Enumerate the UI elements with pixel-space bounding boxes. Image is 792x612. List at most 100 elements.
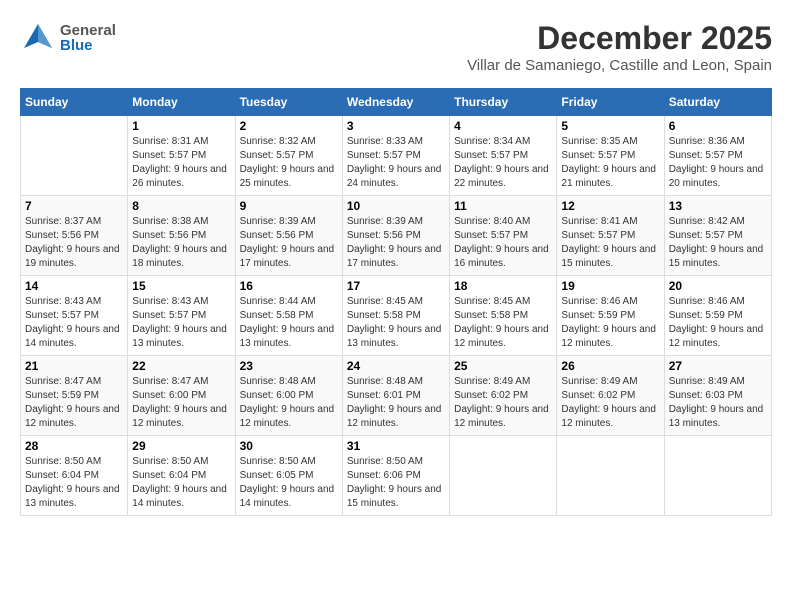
table-row: 29Sunrise: 8:50 AMSunset: 6:04 PMDayligh…: [128, 436, 235, 516]
day-info: Sunrise: 8:49 AMSunset: 6:02 PMDaylight:…: [454, 375, 552, 431]
day-number: 9: [240, 199, 338, 213]
table-row: [557, 436, 664, 516]
day-info: Sunrise: 8:49 AMSunset: 6:03 PMDaylight:…: [669, 375, 767, 431]
day-info: Sunrise: 8:50 AMSunset: 6:05 PMDaylight:…: [240, 455, 338, 511]
day-number: 15: [132, 279, 230, 293]
table-row: 5Sunrise: 8:35 AMSunset: 5:57 PMDaylight…: [557, 116, 664, 196]
header-monday: Monday: [128, 89, 235, 116]
day-info: Sunrise: 8:32 AMSunset: 5:57 PMDaylight:…: [240, 135, 338, 191]
day-number: 6: [669, 119, 767, 133]
table-row: 13Sunrise: 8:42 AMSunset: 5:57 PMDayligh…: [664, 196, 771, 276]
day-number: 26: [561, 359, 659, 373]
day-info: Sunrise: 8:44 AMSunset: 5:58 PMDaylight:…: [240, 295, 338, 351]
day-number: 4: [454, 119, 552, 133]
header-friday: Friday: [557, 89, 664, 116]
day-info: Sunrise: 8:46 AMSunset: 5:59 PMDaylight:…: [669, 295, 767, 351]
location-subtitle: Villar de Samaniego, Castille and Leon, …: [467, 57, 772, 74]
day-number: 8: [132, 199, 230, 213]
table-row: [664, 436, 771, 516]
logo-blue: Blue: [60, 38, 116, 53]
logo-general: General: [60, 23, 116, 38]
day-number: 1: [132, 119, 230, 133]
table-row: 27 Sunrise: 8:49 AMSunset: 6:03 PMDayligh…: [664, 356, 771, 436]
day-number: 21: [25, 359, 123, 373]
day-info: Sunrise: 8:43 AMSunset: 5:57 PMDaylight:…: [25, 295, 123, 351]
header-wednesday: Wednesday: [342, 89, 449, 116]
day-number: 11: [454, 199, 552, 213]
logo-bird-icon: [20, 20, 56, 56]
calendar-table: Sunday Monday Tuesday Wednesday Thursday…: [20, 88, 772, 516]
table-row: 6 Sunrise: 8:36 AMSunset: 5:57 PMDaylight…: [664, 116, 771, 196]
table-row: 10Sunrise: 8:39 AMSunset: 5:56 PMDayligh…: [342, 196, 449, 276]
day-number: 2: [240, 119, 338, 133]
day-number: 28: [25, 439, 123, 453]
table-row: 28Sunrise: 8:50 AMSunset: 6:04 PMDayligh…: [21, 436, 128, 516]
table-row: [21, 116, 128, 196]
day-number: 18: [454, 279, 552, 293]
table-row: 7 Sunrise: 8:37 AMSunset: 5:56 PMDaylight…: [21, 196, 128, 276]
table-row: 15Sunrise: 8:43 AMSunset: 5:57 PMDayligh…: [128, 276, 235, 356]
table-row: 16 Sunrise: 8:44 AMSunset: 5:58 PMDayligh…: [235, 276, 342, 356]
table-row: 23Sunrise: 8:48 AMSunset: 6:00 PMDayligh…: [235, 356, 342, 436]
day-info: Sunrise: 8:45 AMSunset: 5:58 PMDaylight:…: [347, 295, 445, 351]
day-number: 20: [669, 279, 767, 293]
day-info: Sunrise: 8:47 AMSunset: 5:59 PMDaylight:…: [25, 375, 123, 431]
day-info: Sunrise: 8:38 AMSunset: 5:56 PMDaylight:…: [132, 215, 230, 271]
day-info: Sunrise: 8:40 AMSunset: 5:57 PMDaylight:…: [454, 215, 552, 271]
weekday-header-row: Sunday Monday Tuesday Wednesday Thursday…: [21, 89, 772, 116]
table-row: 31Sunrise: 8:50 AMSunset: 6:06 PMDayligh…: [342, 436, 449, 516]
day-info: Sunrise: 8:34 AMSunset: 5:57 PMDaylight:…: [454, 135, 552, 191]
day-number: 14: [25, 279, 123, 293]
table-row: 17 Sunrise: 8:45 AMSunset: 5:58 PMDayligh…: [342, 276, 449, 356]
table-row: 14 Sunrise: 8:43 AMSunset: 5:57 PMDayligh…: [21, 276, 128, 356]
logo: General Blue: [20, 20, 116, 56]
table-row: [450, 436, 557, 516]
day-info: Sunrise: 8:36 AMSunset: 5:57 PMDaylight:…: [669, 135, 767, 191]
calendar-week-row: 28Sunrise: 8:50 AMSunset: 6:04 PMDayligh…: [21, 436, 772, 516]
day-info: Sunrise: 8:37 AMSunset: 5:56 PMDaylight:…: [25, 215, 123, 271]
header-tuesday: Tuesday: [235, 89, 342, 116]
day-number: 24: [347, 359, 445, 373]
day-number: 5: [561, 119, 659, 133]
day-info: Sunrise: 8:41 AMSunset: 5:57 PMDaylight:…: [561, 215, 659, 271]
day-number: 27: [669, 359, 767, 373]
day-info: Sunrise: 8:48 AMSunset: 6:00 PMDaylight:…: [240, 375, 338, 431]
table-row: 24 Sunrise: 8:48 AMSunset: 6:01 PMDayligh…: [342, 356, 449, 436]
table-row: 2 Sunrise: 8:32 AMSunset: 5:57 PMDaylight…: [235, 116, 342, 196]
table-row: 18 Sunrise: 8:45 AMSunset: 5:58 PMDayligh…: [450, 276, 557, 356]
day-info: Sunrise: 8:39 AMSunset: 5:56 PMDaylight:…: [240, 215, 338, 271]
day-number: 30: [240, 439, 338, 453]
table-row: 9 Sunrise: 8:39 AMSunset: 5:56 PMDaylight…: [235, 196, 342, 276]
table-row: 30 Sunrise: 8:50 AMSunset: 6:05 PMDayligh…: [235, 436, 342, 516]
day-info: Sunrise: 8:33 AMSunset: 5:57 PMDaylight:…: [347, 135, 445, 191]
table-row: 26 Sunrise: 8:49 AMSunset: 6:02 PMDayligh…: [557, 356, 664, 436]
month-title: December 2025: [467, 20, 772, 57]
table-row: 1 Sunrise: 8:31 AMSunset: 5:57 PMDaylight…: [128, 116, 235, 196]
header-thursday: Thursday: [450, 89, 557, 116]
day-info: Sunrise: 8:48 AMSunset: 6:01 PMDaylight:…: [347, 375, 445, 431]
calendar-week-row: 1 Sunrise: 8:31 AMSunset: 5:57 PMDaylight…: [21, 116, 772, 196]
day-info: Sunrise: 8:49 AMSunset: 6:02 PMDaylight:…: [561, 375, 659, 431]
day-info: Sunrise: 8:47 AMSunset: 6:00 PMDaylight:…: [132, 375, 230, 431]
logo-texts: General Blue: [60, 23, 116, 53]
day-number: 13: [669, 199, 767, 213]
header-saturday: Saturday: [664, 89, 771, 116]
table-row: 8 Sunrise: 8:38 AMSunset: 5:56 PMDaylight…: [128, 196, 235, 276]
day-number: 17: [347, 279, 445, 293]
header: General Blue December 2025 Villar de Sam…: [20, 20, 772, 84]
table-row: 12Sunrise: 8:41 AMSunset: 5:57 PMDayligh…: [557, 196, 664, 276]
day-number: 3: [347, 119, 445, 133]
table-row: 20 Sunrise: 8:46 AMSunset: 5:59 PMDayligh…: [664, 276, 771, 356]
day-number: 7: [25, 199, 123, 213]
header-sunday: Sunday: [21, 89, 128, 116]
day-info: Sunrise: 8:45 AMSunset: 5:58 PMDaylight:…: [454, 295, 552, 351]
calendar-week-row: 21 Sunrise: 8:47 AMSunset: 5:59 PMDayligh…: [21, 356, 772, 436]
table-row: 25Sunrise: 8:49 AMSunset: 6:02 PMDayligh…: [450, 356, 557, 436]
day-number: 16: [240, 279, 338, 293]
title-area: December 2025 Villar de Samaniego, Casti…: [467, 20, 772, 84]
day-number: 10: [347, 199, 445, 213]
table-row: 19Sunrise: 8:46 AMSunset: 5:59 PMDayligh…: [557, 276, 664, 356]
table-row: 4 Sunrise: 8:34 AMSunset: 5:57 PMDaylight…: [450, 116, 557, 196]
day-info: Sunrise: 8:31 AMSunset: 5:57 PMDaylight:…: [132, 135, 230, 191]
table-row: 11 Sunrise: 8:40 AMSunset: 5:57 PMDayligh…: [450, 196, 557, 276]
